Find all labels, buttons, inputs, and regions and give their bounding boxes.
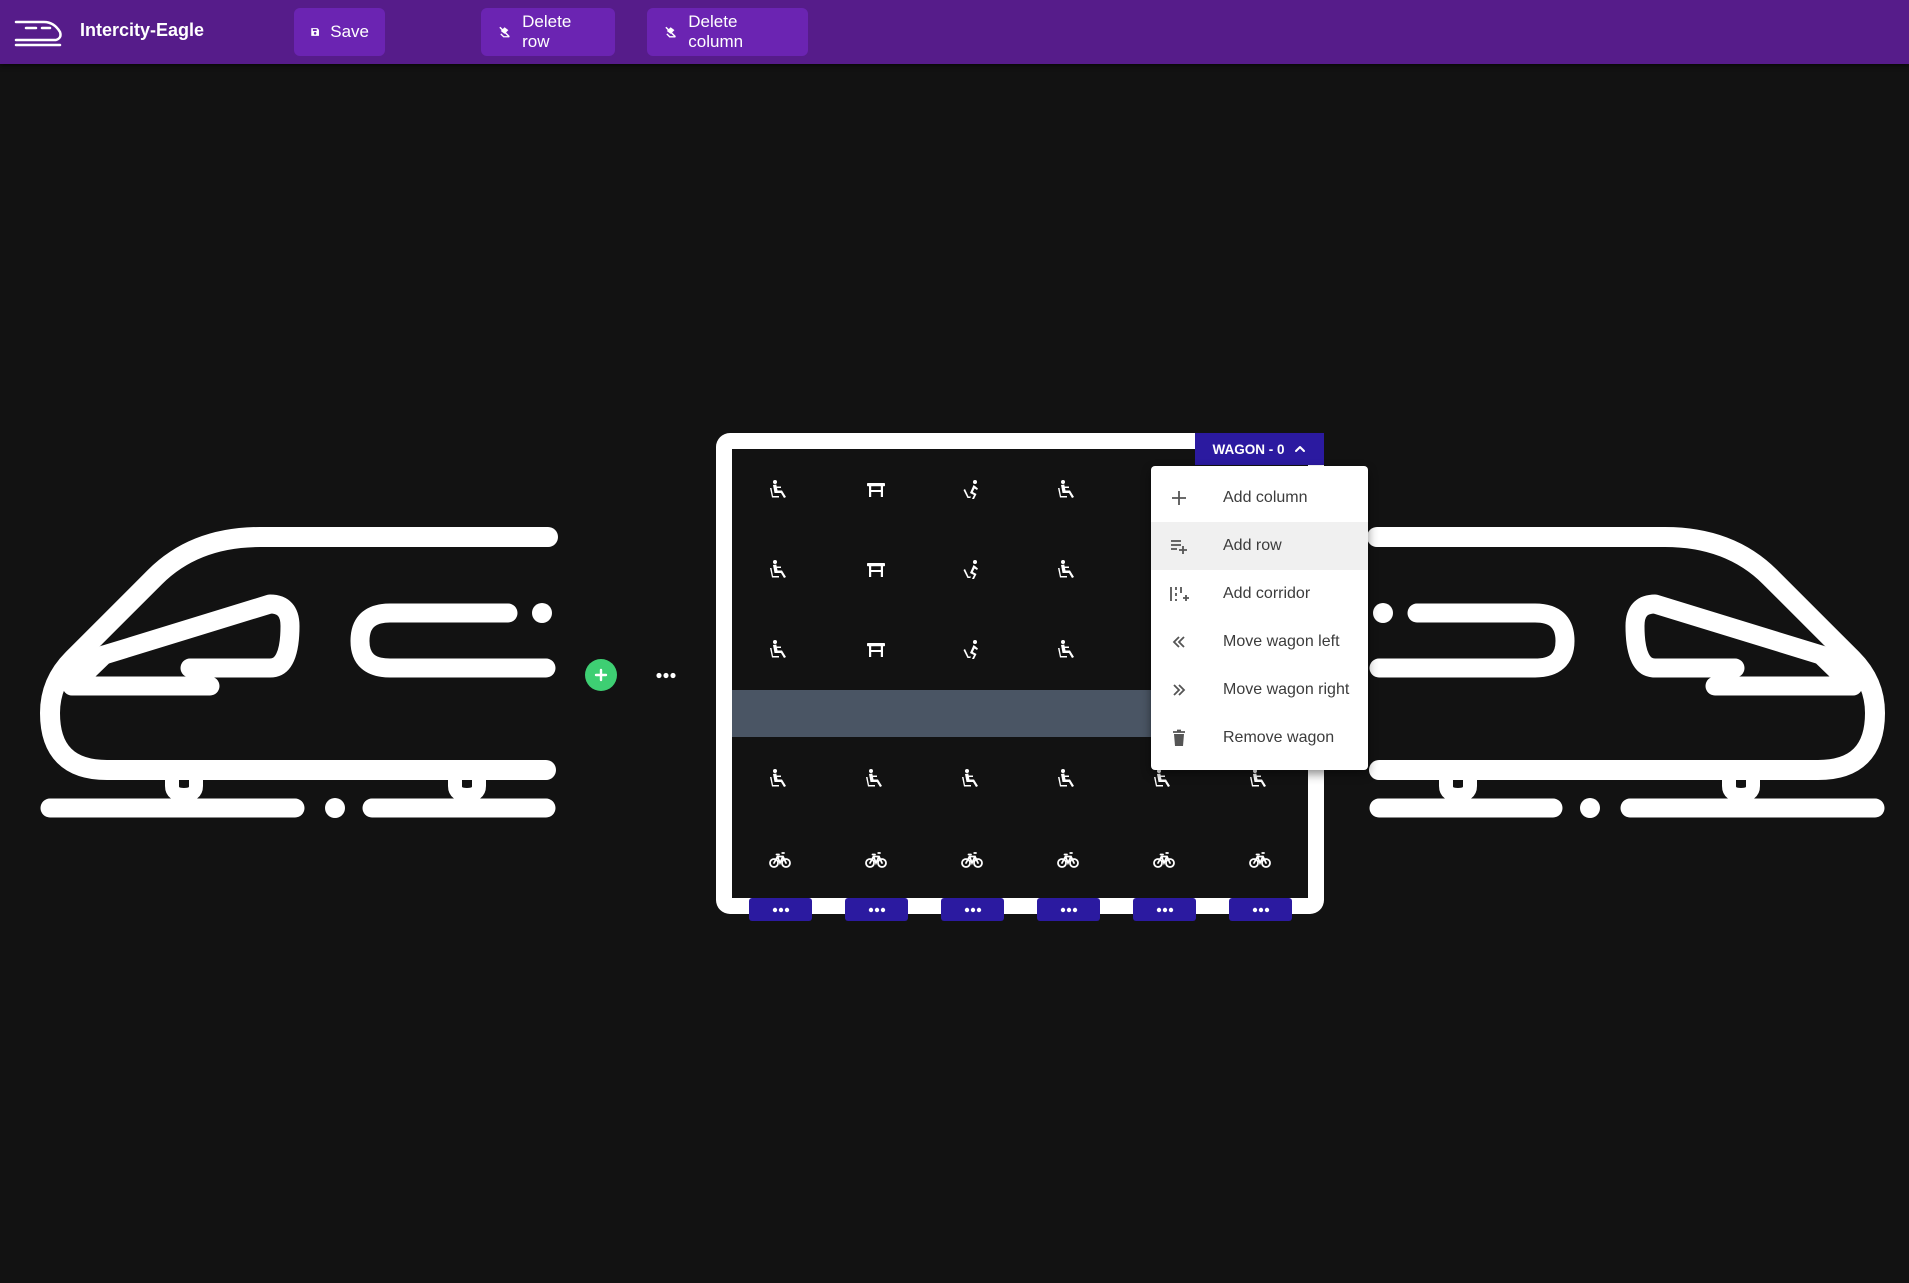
more-horizontal-icon: [868, 907, 886, 913]
double-chevron-right-icon: [1173, 684, 1186, 696]
wagon-cell[interactable]: [952, 759, 992, 799]
column-menu-button[interactable]: [1229, 898, 1292, 921]
menu-item-add-corridor[interactable]: Add corridor: [1151, 570, 1368, 618]
more-horizontal-icon: [1156, 907, 1174, 913]
bike-icon: [1248, 847, 1272, 871]
wagon-cell[interactable]: [760, 759, 800, 799]
menu-item-label: Move wagon left: [1223, 633, 1340, 650]
delete-row-icon: [497, 24, 512, 40]
table-icon: [864, 638, 888, 662]
table-icon: [864, 478, 888, 502]
seat-icon: [768, 558, 792, 582]
menu-item-move-wagon-right[interactable]: Move wagon right: [1151, 666, 1368, 714]
wagon-cell[interactable]: [1240, 839, 1280, 879]
wagon-tab[interactable]: WAGON - 0: [1195, 433, 1324, 465]
wagon-cell[interactable]: [760, 630, 800, 670]
plus-icon: [1172, 491, 1186, 505]
wagon-cell[interactable]: [1144, 839, 1184, 879]
wagon-cell[interactable]: [952, 839, 992, 879]
wagon-cell[interactable]: [952, 550, 992, 590]
delete-column-button[interactable]: Delete column: [647, 8, 808, 56]
bike-icon: [960, 847, 984, 871]
delete-row-button[interactable]: Delete row: [481, 8, 615, 56]
wagon-cell[interactable]: [856, 470, 896, 510]
left-locomotive-illustration: [40, 527, 558, 818]
wagon-tab-label: WAGON - 0: [1212, 441, 1285, 457]
chevron-up-icon: [1294, 446, 1305, 452]
column-menu-button[interactable]: [1133, 898, 1196, 921]
wagon-cell[interactable]: [1048, 759, 1088, 799]
wagon-cell[interactable]: [1048, 839, 1088, 879]
reclining-seat-icon: [960, 558, 984, 582]
menu-item-label: Add column: [1223, 489, 1308, 506]
seat-icon: [864, 767, 888, 791]
save-button-label: Save: [330, 22, 369, 41]
more-horizontal-icon: [964, 907, 982, 913]
seat-icon: [768, 767, 792, 791]
column-menu-button[interactable]: [941, 898, 1004, 921]
delete-row-label: Delete row: [522, 12, 572, 51]
wagon-cell[interactable]: [952, 470, 992, 510]
locomotive-options-button[interactable]: [654, 667, 678, 683]
wagon-cell[interactable]: [856, 630, 896, 670]
wagon-context-menu: Add column Add row Add corridor Move wag…: [1151, 466, 1368, 770]
wagon-cell[interactable]: [1048, 630, 1088, 670]
seat-icon: [1056, 767, 1080, 791]
seat-icon: [1248, 767, 1272, 791]
wagon-cell[interactable]: [856, 839, 896, 879]
seat-icon: [1152, 767, 1176, 791]
double-chevron-left-icon: [1172, 636, 1185, 648]
playlist-add-icon: [1171, 540, 1187, 554]
seat-icon: [1056, 638, 1080, 662]
bike-icon: [1056, 847, 1080, 871]
menu-item-label: Move wagon right: [1223, 681, 1350, 698]
menu-item-add-row[interactable]: Add row: [1151, 522, 1368, 570]
menu-item-add-column[interactable]: Add column: [1151, 474, 1368, 522]
wagon-cell[interactable]: [1048, 550, 1088, 590]
menu-item-label: Add row: [1223, 537, 1282, 554]
seat-icon: [960, 767, 984, 791]
column-menu-button[interactable]: [749, 898, 812, 921]
menu-item-label: Add corridor: [1223, 585, 1311, 602]
seat-icon: [768, 638, 792, 662]
right-locomotive-illustration: [1367, 527, 1885, 818]
add-corridor-icon: [1170, 587, 1189, 601]
delete-column-icon: [663, 24, 678, 40]
wagon-cell[interactable]: [1048, 470, 1088, 510]
bike-icon: [1152, 847, 1176, 871]
add-wagon-button[interactable]: [585, 659, 617, 691]
seat-icon: [1056, 478, 1080, 502]
train-logo-icon: [14, 20, 62, 47]
column-menu-button[interactable]: [1037, 898, 1100, 921]
more-horizontal-icon: [1060, 907, 1078, 913]
wagon-cell[interactable]: [760, 470, 800, 510]
reclining-seat-icon: [960, 478, 984, 502]
app-title: Intercity-Eagle: [80, 20, 205, 40]
wagon-cell[interactable]: [856, 759, 896, 799]
bike-icon: [768, 847, 792, 871]
bike-icon: [864, 847, 888, 871]
wagon-cell[interactable]: [760, 839, 800, 879]
more-horizontal-icon: [1252, 907, 1270, 913]
seat-icon: [1056, 558, 1080, 582]
save-icon: [311, 28, 319, 36]
wagon-cell[interactable]: [856, 550, 896, 590]
menu-item-move-wagon-left[interactable]: Move wagon left: [1151, 618, 1368, 666]
save-button[interactable]: Save: [294, 8, 385, 56]
table-icon: [864, 558, 888, 582]
menu-item-label: Remove wagon: [1223, 729, 1335, 746]
more-horizontal-icon: [655, 672, 677, 679]
trash-icon: [1173, 729, 1185, 746]
plus-icon: [594, 668, 608, 682]
menu-item-remove-wagon[interactable]: Remove wagon: [1151, 714, 1368, 762]
wagon-cell[interactable]: [952, 630, 992, 670]
seat-icon: [768, 478, 792, 502]
column-menu-button[interactable]: [845, 898, 908, 921]
delete-column-label: Delete column: [688, 12, 744, 51]
top-app-bar: Intercity-Eagle Save Delete row Delete c…: [0, 0, 1909, 64]
wagon-cell[interactable]: [760, 550, 800, 590]
reclining-seat-icon: [960, 638, 984, 662]
more-horizontal-icon: [772, 907, 790, 913]
